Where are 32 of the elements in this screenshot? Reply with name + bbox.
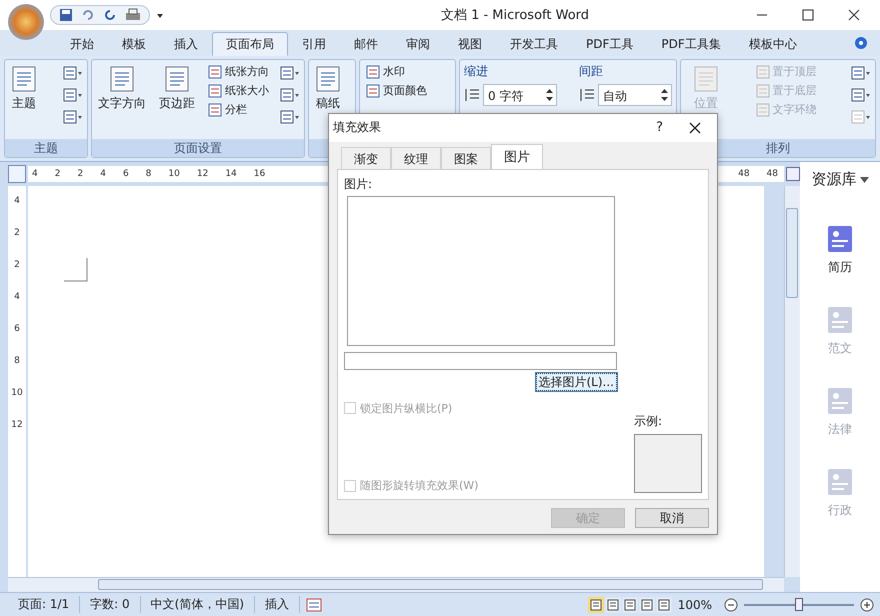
- ruler-number: 48: [766, 168, 778, 181]
- ruler-number: 4: [14, 292, 20, 302]
- group-label: 间距: [579, 63, 604, 80]
- ruler-number: 6: [122, 168, 129, 181]
- window-title: 文档 1 - Microsoft Word: [440, 7, 590, 24]
- ruler-number: 2: [54, 168, 60, 181]
- sample-label: 示例:: [634, 413, 664, 430]
- group-label: 主题: [5, 139, 87, 157]
- ruler-number: 4: [14, 196, 20, 206]
- status-item: 中文(简体，中国): [140, 596, 256, 613]
- ruler-number: 48: [738, 168, 750, 181]
- ruler-number: 12: [196, 168, 208, 181]
- ruler-number: 4: [32, 168, 38, 181]
- ruler-number: 14: [225, 168, 237, 181]
- status-item: 插入: [255, 596, 300, 613]
- ruler-number: 2: [77, 168, 84, 181]
- ruler-number: 4: [100, 168, 106, 181]
- ruler-number: 12: [11, 420, 23, 430]
- ruler-number: 8: [14, 356, 20, 366]
- dialog-title: 填充效果: [333, 119, 381, 136]
- status-item: 字数: 0: [80, 596, 141, 613]
- status-item: 页面: 1/1: [8, 596, 80, 613]
- ruler-number: 8: [146, 168, 152, 181]
- group-label: 页面设置: [92, 139, 304, 157]
- ruler-number: 6: [14, 324, 20, 334]
- group-label: 缩进: [464, 63, 489, 80]
- ruler-number: 10: [11, 388, 23, 398]
- picture-label: 图片:: [344, 176, 374, 193]
- ruler-number: 16: [254, 168, 266, 181]
- ruler-number: 2: [14, 228, 20, 238]
- ruler-number: 10: [168, 168, 180, 181]
- ruler-number: 2: [14, 260, 20, 270]
